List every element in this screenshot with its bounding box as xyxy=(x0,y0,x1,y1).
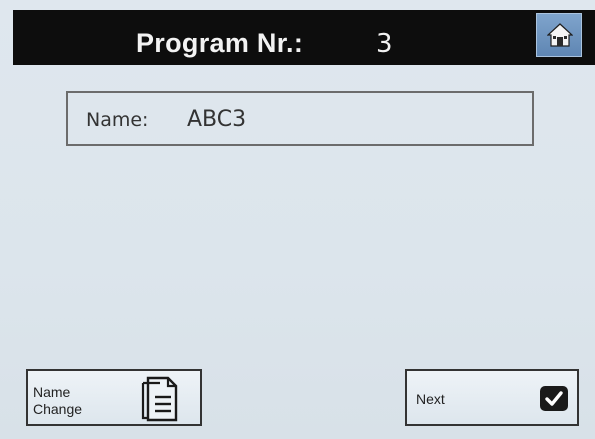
name-change-button[interactable]: Name Change xyxy=(26,369,202,426)
title-bar: Program Nr.: 3 xyxy=(13,10,595,65)
checkmark-icon xyxy=(540,386,568,411)
program-number-label: Program Nr.: xyxy=(136,28,304,58)
program-name-field: Name: ABC3 xyxy=(66,91,534,146)
name-label: Name: xyxy=(86,109,149,131)
program-number-value: 3 xyxy=(376,29,393,59)
name-change-label: Name Change xyxy=(33,384,83,417)
touch-screen: Program Nr.: 3 Name: ABC3 Name Change Ne… xyxy=(0,0,595,439)
home-button[interactable] xyxy=(536,13,582,57)
name-value: ABC3 xyxy=(187,107,247,132)
next-label: Next xyxy=(416,391,445,407)
next-button[interactable]: Next xyxy=(405,369,579,426)
